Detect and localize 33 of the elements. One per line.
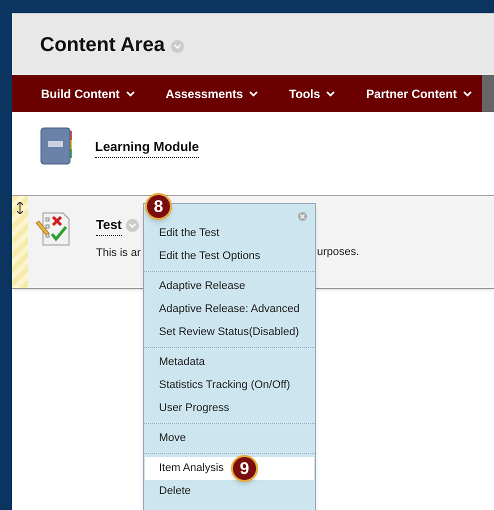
menu-item[interactable]: Delete <box>145 480 314 503</box>
menu-tab[interactable]: Assessments <box>166 84 258 102</box>
chevron-down-icon <box>249 90 258 96</box>
notebook-icon <box>40 127 74 165</box>
chevron-down-icon <box>126 90 135 96</box>
chevron-down-icon <box>462 90 472 96</box>
chevron-circle-icon[interactable] <box>126 218 139 232</box>
chevron-down-icon <box>326 90 336 96</box>
menu-item[interactable]: Set Review Status(Disabled) <box>145 321 314 344</box>
menu-item[interactable]: Move <box>145 427 314 450</box>
chevron-circle-icon <box>170 40 184 53</box>
menu-item[interactable]: Edit the Test Options <box>145 245 314 268</box>
menu-item[interactable]: Metadata <box>145 351 314 374</box>
close-icon[interactable] <box>298 212 307 221</box>
drag-handle[interactable] <box>12 196 28 288</box>
menu-item[interactable]: Edit the Test <box>145 222 314 245</box>
item-title[interactable]: Test <box>96 215 122 236</box>
menu-tab[interactable]: Build Content <box>41 84 135 102</box>
page-title: Content Area <box>40 32 165 58</box>
up-down-arrow-icon <box>17 202 23 214</box>
item-description: This is ar <box>96 246 141 260</box>
menu-tab[interactable]: Partner Content <box>366 84 472 102</box>
menu-item[interactable]: Item Analysis 9 <box>145 457 314 480</box>
bar-end <box>482 75 494 112</box>
step-callout: 9 <box>231 455 258 482</box>
menu-item[interactable]: Adaptive Release <box>145 275 314 298</box>
menu-item[interactable]: Adaptive Release: Advanced <box>145 298 314 321</box>
menu-item[interactable]: User Progress <box>145 397 314 420</box>
menu-tab[interactable]: Tools <box>289 84 336 102</box>
menu-item[interactable]: Statistics Tracking (On/Off) <box>145 374 314 397</box>
test-sheet-icon <box>35 211 71 247</box>
item-title[interactable]: Learning Module <box>95 137 199 158</box>
item-description: urposes. <box>317 245 360 260</box>
